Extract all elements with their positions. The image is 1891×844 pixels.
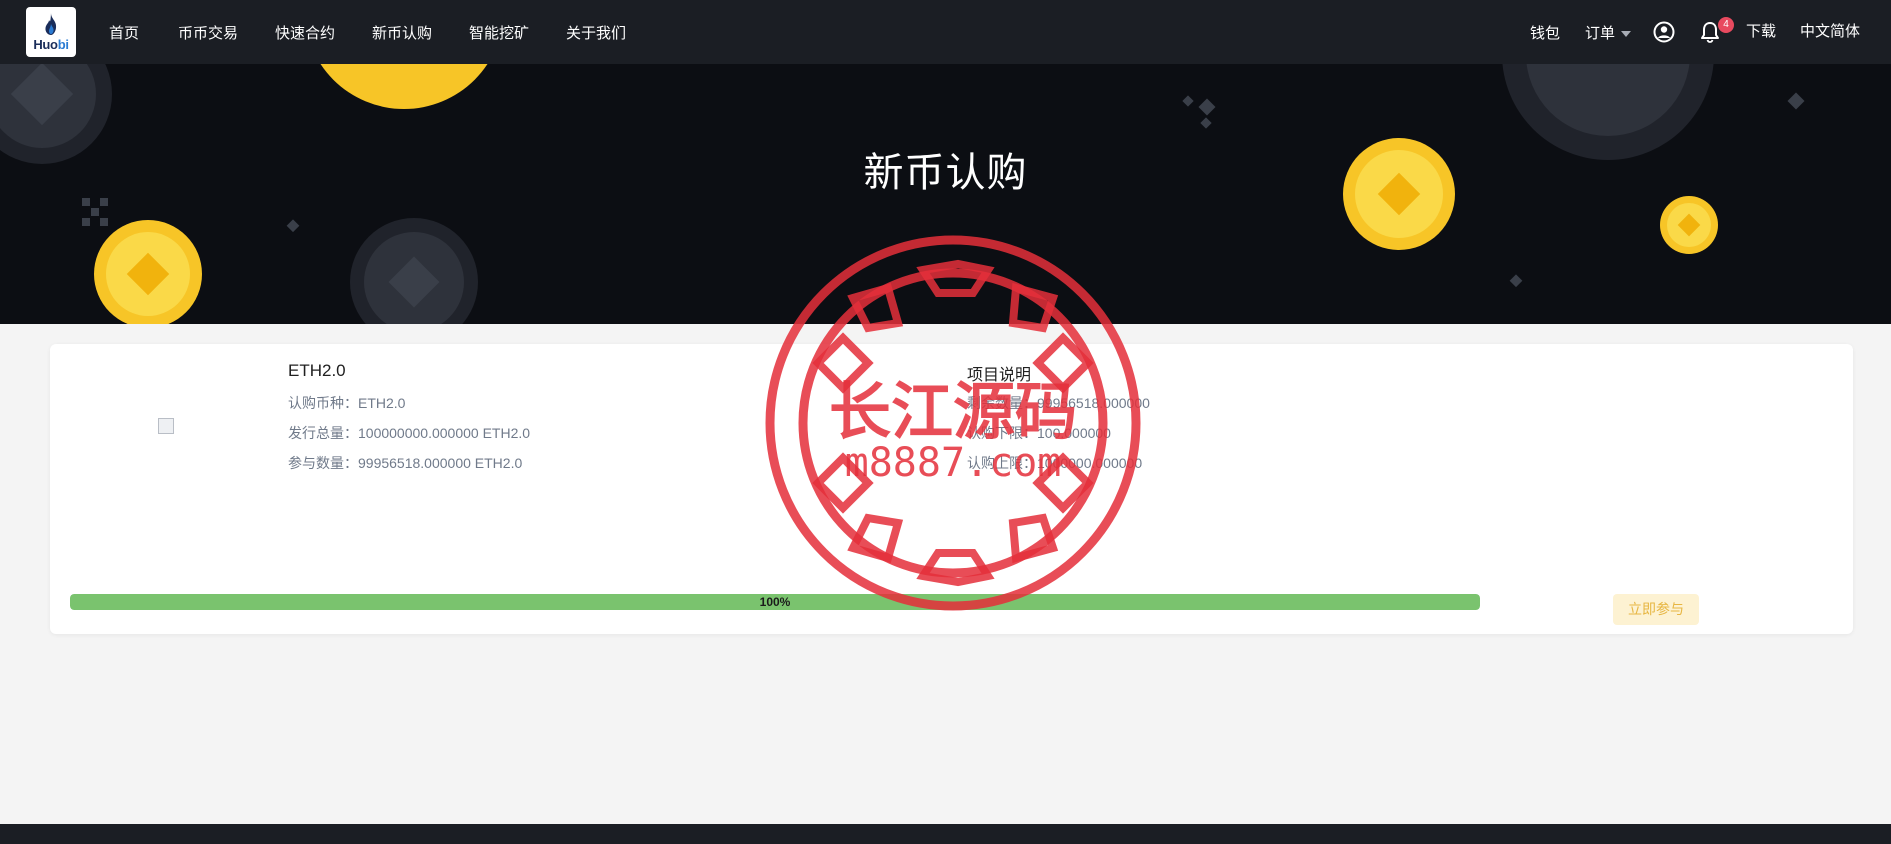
detail-label: 参与数量： xyxy=(288,455,358,471)
detail-label: 认购币种： xyxy=(288,395,358,411)
info-line-subscribe-currency: 认购币种：ETH2.0 xyxy=(288,393,405,413)
user-avatar-icon[interactable] xyxy=(1653,21,1675,43)
notification-count-badge: 4 xyxy=(1718,17,1734,33)
watermark-title: 长江源码 xyxy=(829,375,1077,448)
top-nav-bar: Huobi 首页 币币交易 快速合约 新币认购 智能挖矿 关于我们 钱包 订单 … xyxy=(0,0,1891,64)
coin-name: ETH2.0 xyxy=(288,361,346,380)
logo-wordmark: Huobi xyxy=(33,37,69,52)
nav-new-coin-subscription[interactable]: 新币认购 xyxy=(372,22,432,43)
watermark-url: m8887.com xyxy=(845,440,1062,486)
nav-about-us[interactable]: 关于我们 xyxy=(566,22,626,43)
orders-label: 订单 xyxy=(1585,25,1616,42)
wallet-link[interactable]: 钱包 xyxy=(1530,22,1560,43)
download-link[interactable]: 下载 xyxy=(1746,20,1776,41)
info-line-participation-quantity: 参与数量：99956518.000000 ETH2.0 xyxy=(288,453,522,473)
language-selector[interactable]: 中文简体 xyxy=(1800,20,1860,41)
flame-logo-icon xyxy=(45,13,57,35)
nav-home[interactable]: 首页 xyxy=(109,22,139,43)
caret-down-icon xyxy=(1621,31,1632,38)
nav-quick-contract[interactable]: 快速合约 xyxy=(275,22,335,43)
coin-image-placeholder xyxy=(158,418,174,434)
detail-value: 100000000.000000 ETH2.0 xyxy=(358,425,531,441)
huobi-logo[interactable]: Huobi xyxy=(26,7,76,57)
info-line-total-issuance: 发行总量：100000000.000000 ETH2.0 xyxy=(288,423,530,443)
footer-bar xyxy=(0,824,1891,844)
join-now-button[interactable]: 立即参与 xyxy=(1613,594,1699,625)
orders-dropdown[interactable]: 订单 xyxy=(1585,22,1632,43)
page-title: 新币认购 xyxy=(863,151,1028,195)
watermark-stamp: 长江源码 m8887.com xyxy=(765,235,1141,611)
detail-label: 发行总量： xyxy=(288,425,358,441)
nav-spot-trading[interactable]: 币币交易 xyxy=(178,22,238,43)
detail-value: ETH2.0 xyxy=(358,395,406,411)
detail-value: 99956518.000000 ETH2.0 xyxy=(358,455,523,471)
nav-smart-mining[interactable]: 智能挖矿 xyxy=(469,22,529,43)
